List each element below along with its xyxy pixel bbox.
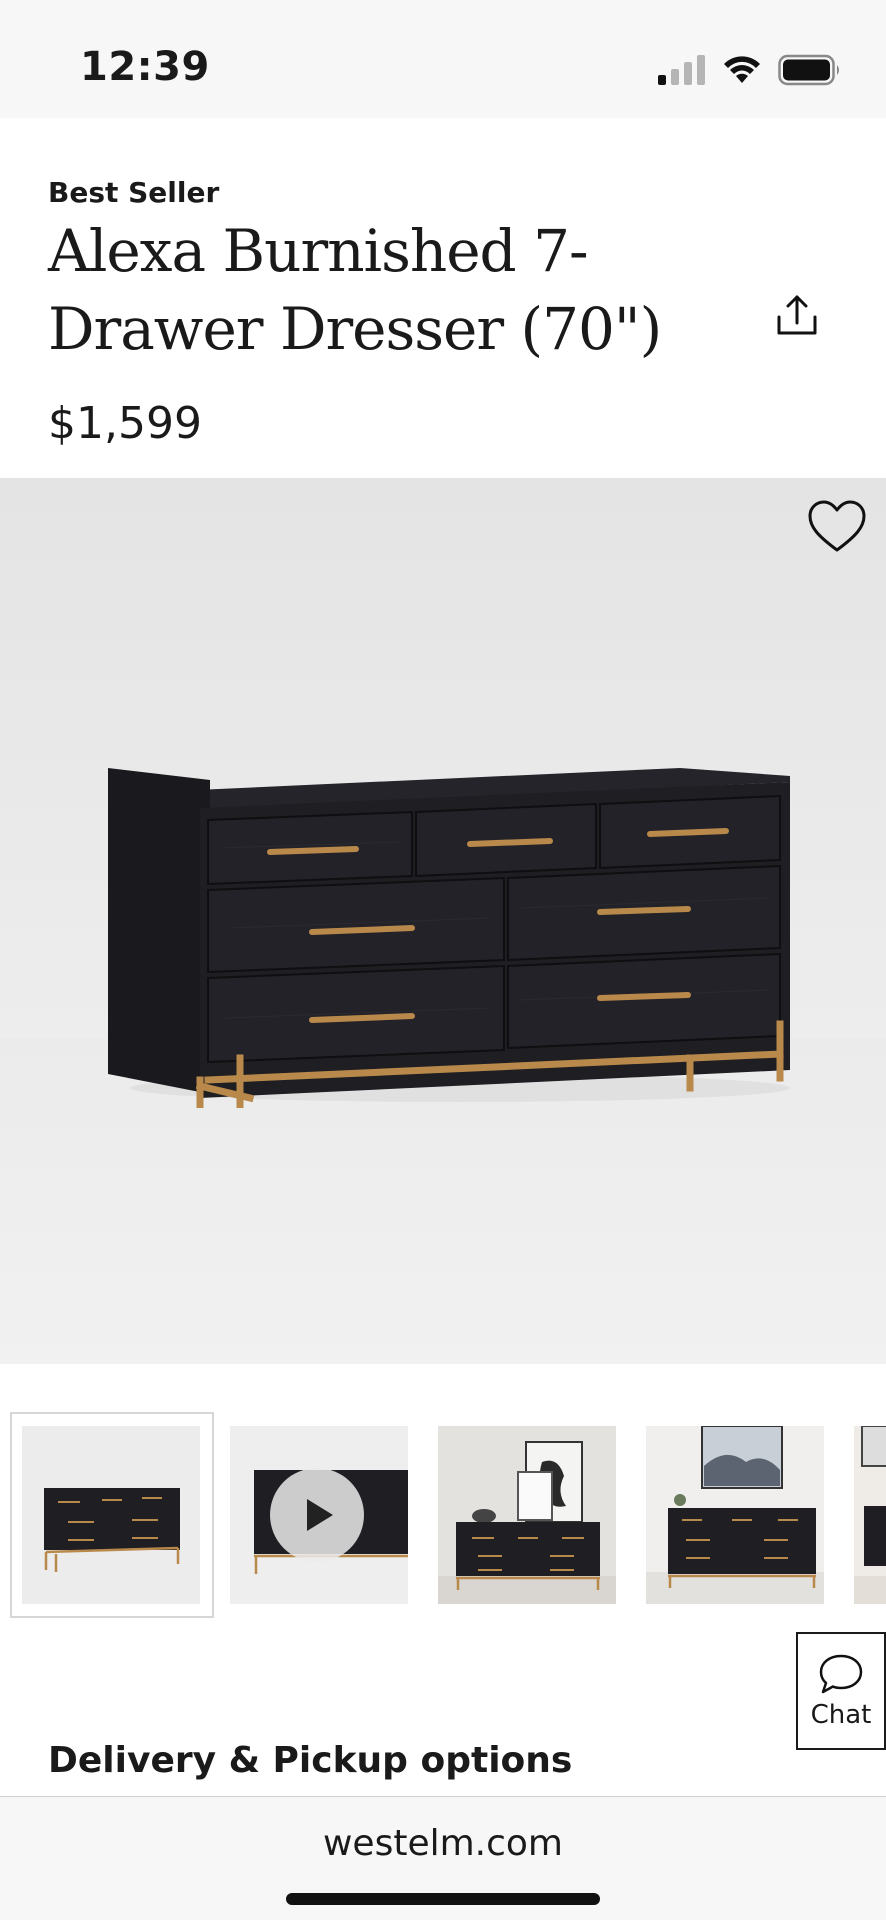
- room-scene-image: [646, 1425, 824, 1604]
- url-text[interactable]: westelm.com: [0, 1823, 886, 1864]
- best-seller-badge: Best Seller: [48, 176, 220, 209]
- status-icons: [658, 52, 842, 88]
- dresser-illustration: [108, 768, 790, 1108]
- play-icon: [307, 1499, 333, 1531]
- chat-label: Chat: [810, 1700, 872, 1730]
- chat-bubble-icon: [819, 1654, 863, 1694]
- room-scene-image: [438, 1441, 616, 1604]
- play-button[interactable]: [270, 1468, 364, 1562]
- delivery-pickup-heading[interactable]: Delivery & Pickup options: [48, 1740, 572, 1781]
- thumbnail-carousel[interactable]: [10, 1412, 886, 1618]
- room-scene-image: [854, 1426, 886, 1604]
- home-indicator: [286, 1893, 600, 1905]
- thumbnail-4[interactable]: [646, 1425, 824, 1604]
- wifi-icon: [724, 56, 760, 83]
- status-bar: 12:39: [0, 0, 886, 118]
- product-hero-image[interactable]: [0, 478, 886, 1364]
- chat-button[interactable]: Chat: [796, 1632, 886, 1750]
- thumbnail-5[interactable]: [854, 1426, 886, 1604]
- share-icon: [777, 295, 817, 335]
- product-price: $1,599: [48, 398, 202, 449]
- signal-icon: [658, 55, 705, 85]
- product-page: 12:39 Best Seller Alexa Burnished 7-Draw…: [0, 0, 886, 1920]
- thumbnail-2-video[interactable]: [230, 1426, 408, 1604]
- thumbnail-1[interactable]: [10, 1412, 214, 1618]
- status-time: 12:39: [80, 44, 210, 90]
- battery-icon: [778, 54, 839, 86]
- thumbnail-image: [22, 1426, 200, 1604]
- heart-icon: [808, 500, 866, 552]
- browser-url-bar[interactable]: westelm.com: [0, 1796, 886, 1920]
- thumbnail-3[interactable]: [438, 1426, 616, 1604]
- favorite-button[interactable]: [806, 498, 868, 556]
- product-title: Alexa Burnished 7-Drawer Dresser (70"): [48, 217, 662, 363]
- share-button[interactable]: [768, 286, 826, 344]
